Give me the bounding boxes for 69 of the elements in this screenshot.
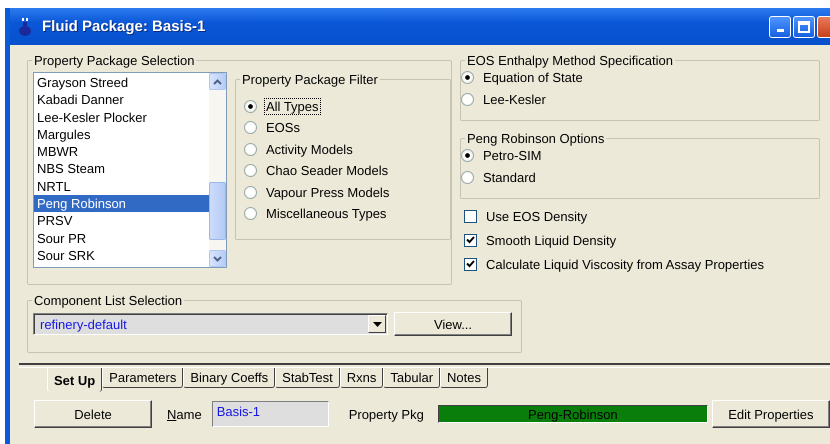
dropdown-button[interactable] [368,315,386,333]
minimize-icon [776,28,784,32]
group-title: Component List Selection [33,293,184,308]
radio-button[interactable] [244,142,257,156]
radio-button[interactable] [461,92,474,106]
package-list-item[interactable]: Peng Robinson [34,195,209,212]
package-list-item[interactable]: NRTL [34,178,209,196]
radio-button[interactable] [244,186,257,198]
group-title: Peng Robinson Options [466,131,606,146]
radio-label[interactable]: Chao Seader Models [265,163,390,178]
delete-button[interactable]: Delete [34,400,152,428]
radio-button[interactable] [244,100,257,112]
radio-label[interactable]: Standard [482,170,537,184]
tab[interactable]: Parameters [102,368,184,388]
radio-button[interactable] [244,121,257,134]
package-list-item[interactable]: Lee-Kesler Plocker [34,108,209,126]
tab[interactable]: Binary Coeffs [183,368,276,388]
radio-button[interactable] [244,207,257,220]
package-list-item[interactable]: MBWR [34,143,209,160]
radio-button[interactable] [461,148,474,162]
package-list-item[interactable]: Grayson Streed [34,74,209,92]
checkbox[interactable] [464,210,477,222]
property-pkg-label: Property Pkg [348,406,424,422]
radio-label[interactable]: Miscellaneous Types [265,206,388,221]
tab[interactable]: Tabular [383,368,440,388]
radio-label[interactable]: Petro-SIM [482,148,543,162]
radio-label[interactable]: Vapour Press Models [265,184,390,200]
tab[interactable]: Notes [440,368,488,388]
scroll-up-button[interactable] [209,73,226,90]
package-list-item[interactable]: NBS Steam [34,160,209,178]
checkbox-label[interactable]: Calculate Liquid Viscosity from Assay Properties [485,256,765,272]
scroll-thumb[interactable] [209,182,226,240]
flask-icon [18,18,32,36]
scroll-down-button[interactable] [209,250,226,267]
checkbox-label[interactable]: Smooth Liquid Density [485,232,618,248]
window-title: Fluid Package: Basis-1 [42,18,206,35]
name-field[interactable]: Basis-1 [212,401,329,427]
minimize-button[interactable] [769,16,791,38]
view-button[interactable]: View... [394,312,512,336]
package-list-item[interactable]: Kabadi Danner [34,91,209,109]
property-pkg-field: Peng-Robinson [438,405,708,423]
checkbox[interactable] [464,234,477,246]
radio-label[interactable]: EOSs [265,120,301,135]
tab[interactable]: StabTest [275,368,340,388]
tab[interactable]: Set Up [47,368,102,392]
maximize-icon [798,20,810,32]
name-label: Name [167,406,202,422]
group-title: Property Package Filter [241,72,379,87]
dropdown-arrow-icon [372,322,382,326]
scrollbar[interactable] [209,73,226,267]
checkbox-label[interactable]: Use EOS Density [485,208,588,224]
radio-label[interactable]: All Types [265,98,320,114]
package-list-item[interactable]: Sour PR [34,230,209,247]
component-list-dropdown[interactable]: refinery-default [33,313,388,335]
edit-properties-button[interactable]: Edit Properties [712,400,830,428]
group-title: Property Package Selection [33,53,196,68]
radio-button[interactable] [244,164,257,177]
package-list-item[interactable]: Margules [34,126,209,144]
package-list-item[interactable]: PRSV [34,212,209,230]
group-title: EOS Enthalpy Method Specification [466,53,674,68]
tab[interactable]: Rxns [340,368,384,388]
package-list-item[interactable]: Sour SRK [34,246,209,264]
radio-label[interactable]: Lee-Kesler [482,92,547,106]
radio-label[interactable]: Equation of State [482,70,584,84]
radio-label[interactable]: Activity Models [265,142,354,156]
radio-button[interactable] [461,170,474,184]
radio-button[interactable] [461,70,474,84]
checkbox[interactable] [464,258,477,270]
maximize-button[interactable] [793,16,815,38]
